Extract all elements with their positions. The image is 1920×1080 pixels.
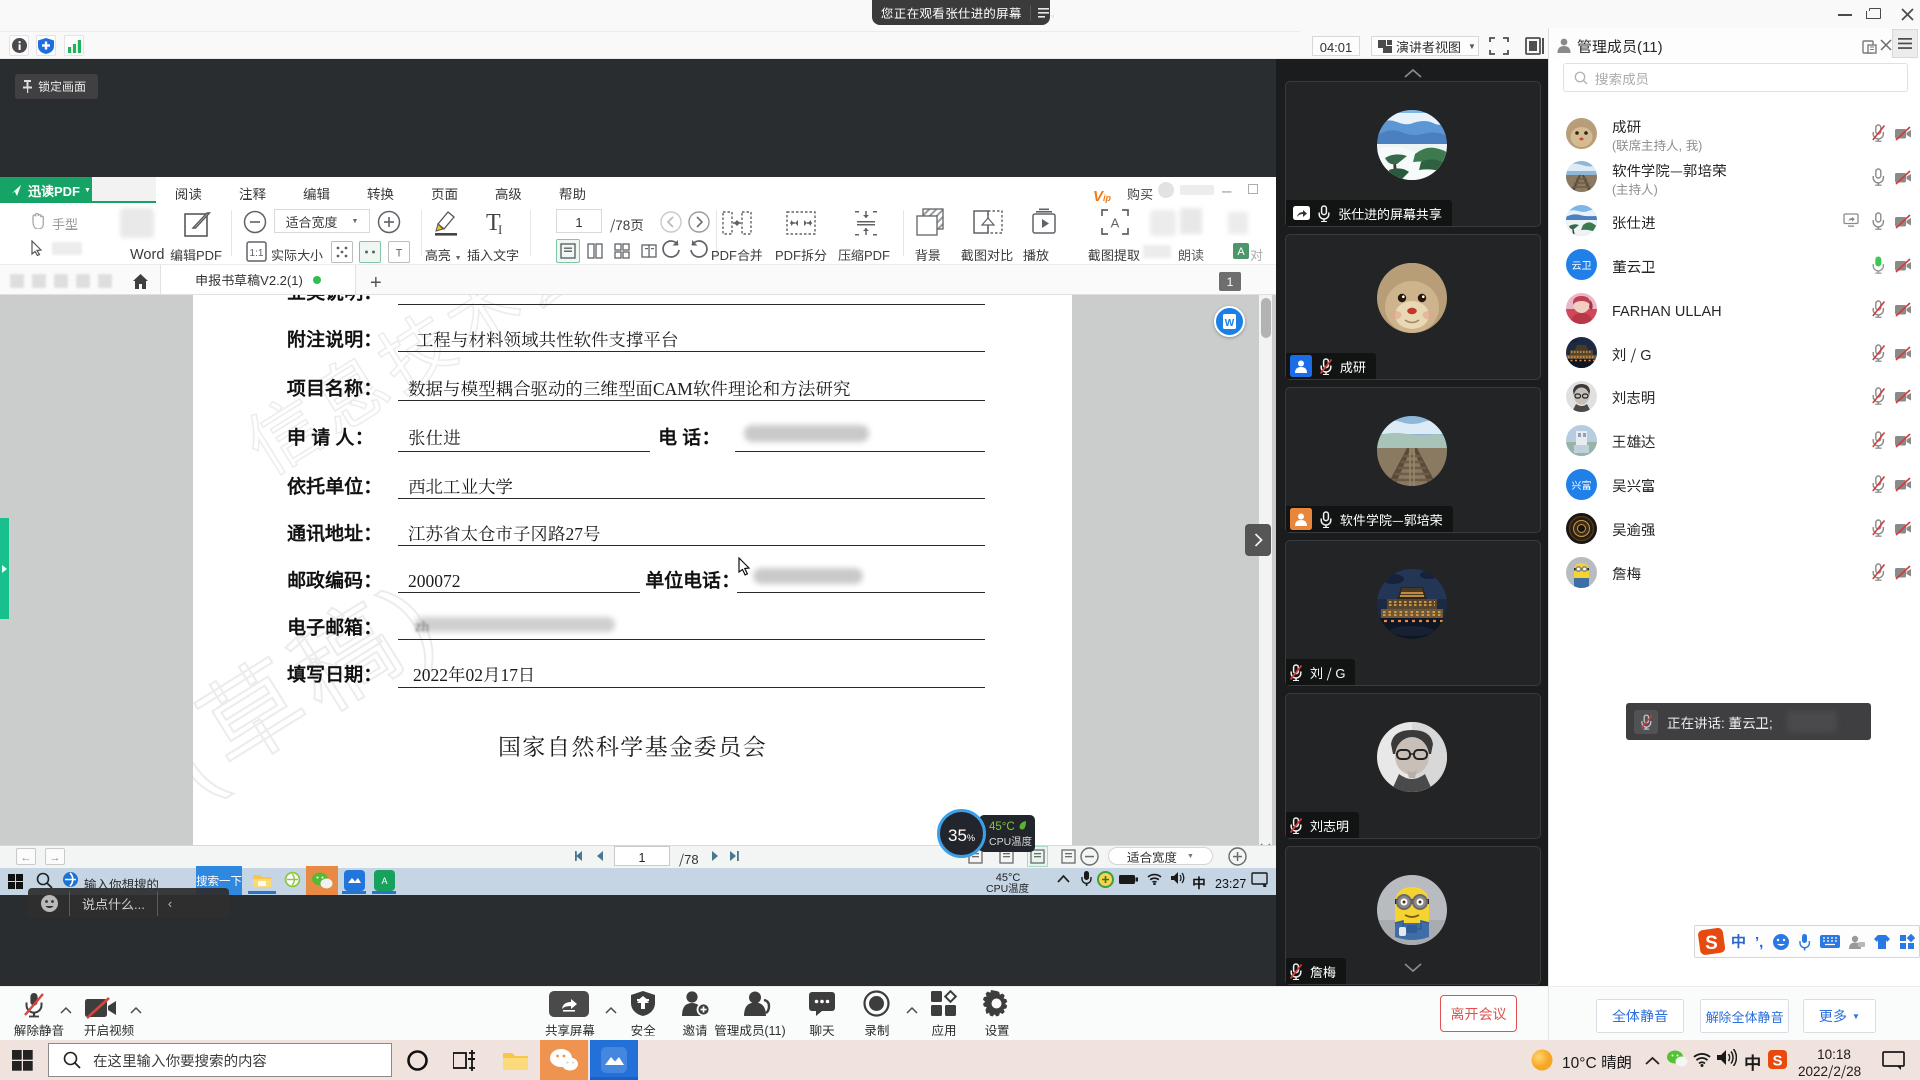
svg-text:S: S	[1705, 933, 1718, 954]
svg-text:A: A	[1111, 213, 1120, 232]
svg-text:S: S	[1772, 1053, 1782, 1070]
svg-text:A: A	[381, 874, 387, 887]
svg-text:云卫: 云卫	[1572, 257, 1592, 272]
svg-text:W: W	[1225, 314, 1235, 329]
svg-text:T: T	[396, 246, 403, 258]
svg-text:1:1: 1:1	[250, 244, 264, 259]
svg-text:I: I	[498, 222, 502, 237]
svg-text:兴富: 兴富	[1572, 477, 1592, 492]
